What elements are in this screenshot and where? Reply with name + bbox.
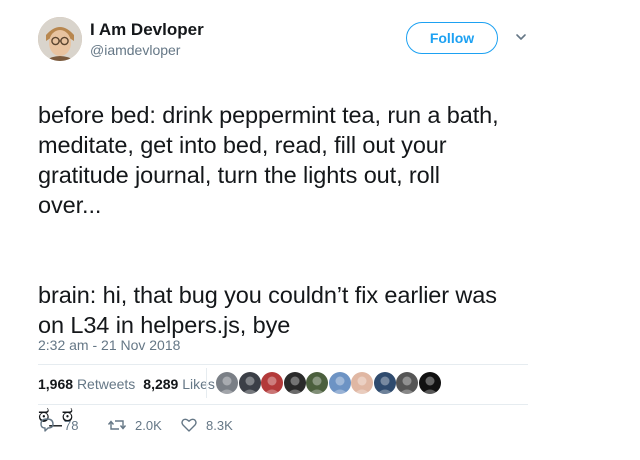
- liker-avatar[interactable]: [283, 372, 306, 394]
- tweet-timestamp[interactable]: 2:32 am - 21 Nov 2018: [38, 337, 180, 353]
- liker-avatar[interactable]: [306, 372, 328, 394]
- liker-avatar[interactable]: [418, 372, 441, 394]
- likes-label: Likes: [182, 376, 215, 392]
- display-name[interactable]: I Am Devloper: [90, 20, 204, 40]
- like-button[interactable]: 8.3K: [180, 416, 233, 434]
- likes-count: 8,289: [143, 376, 179, 392]
- liker-avatar[interactable]: [238, 372, 261, 394]
- reply-icon: [40, 418, 54, 432]
- liker-avatar[interactable]: [261, 372, 283, 394]
- follow-button[interactable]: Follow: [406, 22, 498, 54]
- tweet-text: before bed: drink peppermint tea, run a …: [38, 70, 598, 460]
- liker-avatar[interactable]: [396, 372, 418, 394]
- divider: [38, 404, 528, 405]
- user-handle[interactable]: @iamdevloper: [90, 42, 180, 58]
- tweet-card: I Am Devloper @iamdevloper Follow before…: [0, 0, 640, 458]
- avatar[interactable]: [38, 17, 82, 61]
- tweet-paragraph: brain: hi, that bug you couldn’t fix ear…: [38, 282, 497, 338]
- retweet-icon: [107, 420, 127, 430]
- reply-button[interactable]: 78: [38, 416, 78, 434]
- liker-avatar[interactable]: [216, 372, 238, 394]
- divider: [38, 364, 528, 365]
- retweets-count: 1,968: [38, 376, 74, 392]
- liker-avatar[interactable]: [373, 372, 396, 394]
- likes-stat[interactable]: 8,289 Likes: [143, 376, 215, 392]
- retweets-label: Retweets: [76, 376, 136, 392]
- heart-icon: [181, 418, 197, 432]
- reply-count: 78: [64, 417, 79, 433]
- retweets-stat[interactable]: 1,968 Retweets: [38, 376, 135, 392]
- stats-separator: [206, 368, 207, 398]
- liker-avatar[interactable]: [351, 372, 373, 394]
- tweet-paragraph: before bed: drink peppermint tea, run a …: [38, 102, 499, 218]
- engagement-stats: 1,968 Retweets 8,289 Likes: [38, 376, 215, 392]
- liker-avatar[interactable]: [328, 372, 351, 394]
- like-count: 8.3K: [206, 417, 233, 433]
- retweet-count: 2.0K: [135, 417, 162, 433]
- retweet-button[interactable]: 2.0K: [107, 416, 162, 434]
- chevron-down-icon[interactable]: [514, 30, 528, 44]
